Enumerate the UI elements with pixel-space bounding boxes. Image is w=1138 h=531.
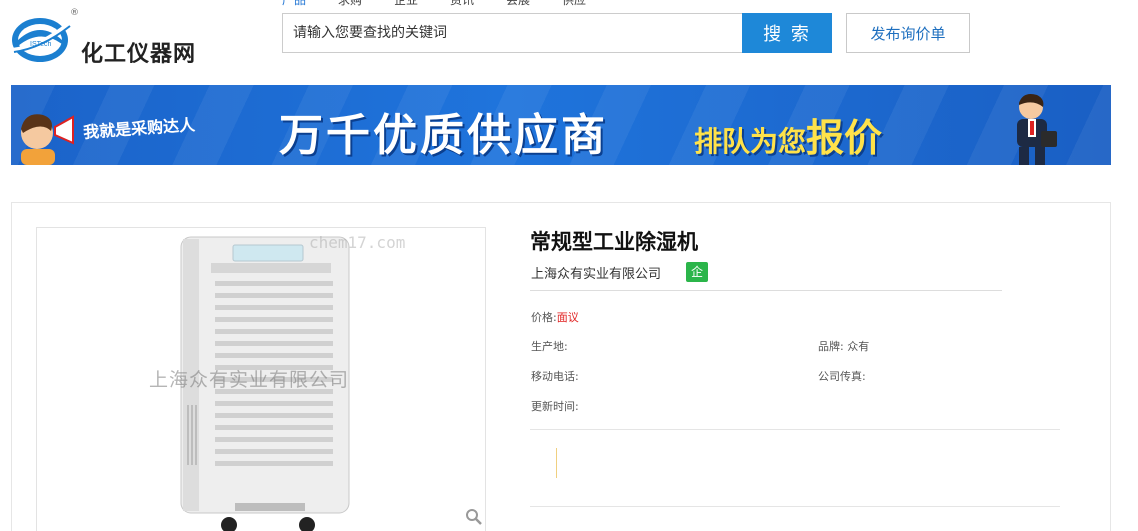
image-watermark: 上海众有实业有限公司 [149,369,350,391]
banner-tagline-a: 排队为您 [694,125,807,158]
company-name-link[interactable]: 上海众有实业有限公司 [531,263,661,282]
top-nav: 产品 求购 企业 资讯 会展 供应 [282,0,618,7]
enterprise-badge: 企 [686,262,708,282]
search-input[interactable] [282,13,742,53]
nav-item-news[interactable]: 资讯 [450,0,506,7]
nav-item-purchase[interactable]: 求购 [338,0,394,7]
product-title: 常规型工业除湿机 [530,230,698,254]
logo-mark-icon: ISTech [11,18,71,62]
promo-banner[interactable]: 我就是采购达人 万千优质供应商 排队为您报价 [11,85,1111,165]
banner-tagline: 排队为您报价 [694,107,882,162]
price-row: 价格:面议 [531,309,579,325]
registered-mark: ® [70,8,79,18]
zoom-icon[interactable] [465,508,483,526]
updated-label: 更新时间: [531,400,579,413]
banner-headline: 万千优质供应商 [279,110,608,161]
banner-tagline-b: 报价 [806,116,883,160]
origin-row: 生产地: [531,338,568,354]
nav-item-exhibitions[interactable]: 会展 [506,0,562,7]
nav-item-supply[interactable]: 供应 [562,0,618,7]
site-logo[interactable]: ISTech ® 化工仪器网 [8,6,228,68]
logo-text: 化工仪器网 [81,42,197,67]
updated-row: 更新时间: [531,398,579,414]
mobile-row: 移动电话: [531,368,579,384]
product-image-box[interactable]: chem17.com 上海众有实业有限公司 [36,227,486,531]
brand-label: 品牌: [818,340,844,353]
divider [530,290,1002,291]
image-watermark-top: chem17.com [309,233,406,252]
svg-text:ISTech: ISTech [30,41,52,48]
price-value: 面议 [556,311,579,324]
publish-inquiry-button[interactable]: 发布询价单 [846,13,970,53]
divider [530,429,1060,430]
fax-row: 公司传真: [818,368,866,384]
nav-item-companies[interactable]: 企业 [394,0,450,7]
mobile-label: 移动电话: [531,370,579,383]
buyer-avatar-icon [21,114,74,165]
contact-area-separator [556,448,557,478]
nav-item-products[interactable]: 产品 [282,0,338,7]
fax-label: 公司传真: [818,370,866,383]
brand-row: 品牌: 众有 [818,338,869,354]
brand-value: 众有 [847,340,870,353]
divider [530,506,1060,507]
search-button[interactable]: 搜 索 [742,13,832,53]
price-label: 价格: [531,311,557,324]
businessman-icon [1017,94,1057,165]
origin-label: 生产地: [531,340,568,353]
